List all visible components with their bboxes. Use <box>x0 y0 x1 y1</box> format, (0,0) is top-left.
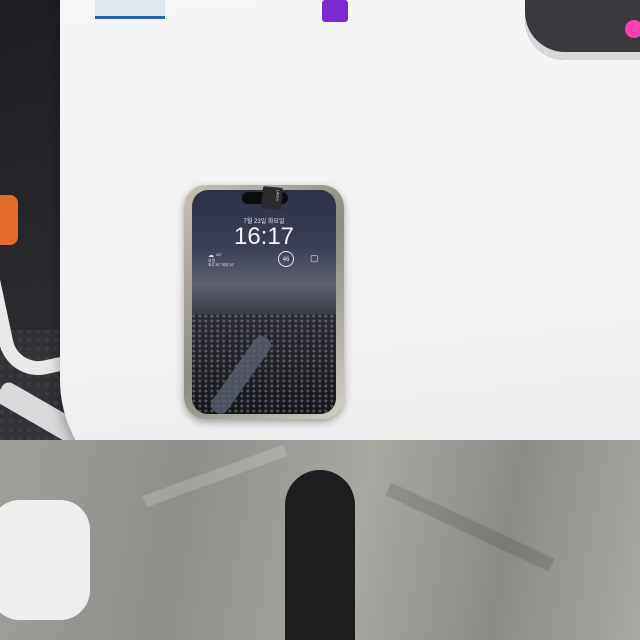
pants-gap <box>285 470 355 640</box>
sticker-label: LAWS <box>260 186 284 210</box>
purple-object <box>322 0 348 22</box>
weather-temp: 26° <box>216 252 223 257</box>
photo-scene: 7월 23일 화요일 16:17 ☁ 26° 흐림 최고 30° 최저 24° … <box>0 0 640 640</box>
ring-widget[interactable]: 46 <box>278 251 294 267</box>
smartphone[interactable]: 7월 23일 화요일 16:17 ☁ 26° 흐림 최고 30° 최저 24° … <box>184 185 344 419</box>
lock-screen[interactable]: 7월 23일 화요일 16:17 ☁ 26° 흐림 최고 30° 최저 24° … <box>192 190 336 414</box>
monitor-base <box>525 0 640 60</box>
weather-detail: 최고 30° 최저 24° <box>208 263 235 267</box>
sticker-text: LAWS <box>274 189 281 202</box>
pink-light <box>625 20 640 38</box>
lock-time: 16:17 <box>233 223 295 250</box>
battery-icon[interactable]: ▢ <box>310 253 319 264</box>
white-shoe <box>0 500 90 620</box>
book-corner <box>95 0 165 19</box>
